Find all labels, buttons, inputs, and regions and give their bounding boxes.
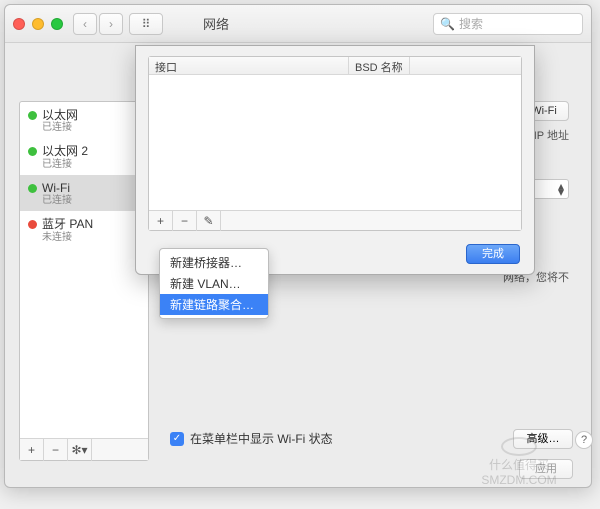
manage-interfaces-sheet: 接口 BSD 名称 + − ✎ 新建桥接器… 新建 VLAN… 新建链路聚合… … [135, 45, 535, 275]
checkbox-checked-icon[interactable]: ✓ [170, 432, 184, 446]
sidebar-item-wifi[interactable]: Wi-Fi 已连接 [20, 175, 148, 211]
search-placeholder: 搜索 [459, 15, 483, 32]
advanced-button[interactable]: 高级… [513, 429, 573, 449]
titlebar: ‹ › ⠿ 网络 🔍 搜索 [5, 5, 591, 43]
network-sidebar: 以太网 已连接 以太网 2 已连接 Wi-Fi 已连接 蓝牙 PAN 未连接 +… [19, 101, 149, 461]
stepper-arrows-icon: ▴▾ [558, 183, 564, 195]
forward-button[interactable]: › [99, 13, 123, 35]
add-button[interactable]: + [149, 211, 173, 231]
window-title: 网络 [203, 14, 229, 33]
search-icon: 🔍 [440, 17, 455, 31]
sidebar-footer: + − ✻▾ [20, 438, 148, 460]
sidebar-item-ethernet[interactable]: 以太网 已连接 [20, 102, 148, 138]
menu-item-vlan[interactable]: 新建 VLAN… [160, 273, 268, 294]
interface-name: Wi-Fi [42, 181, 140, 195]
add-dropdown-menu: 新建桥接器… 新建 VLAN… 新建链路聚合… [159, 248, 269, 319]
col-interface[interactable]: 接口 [149, 57, 349, 74]
menubar-checkbox-row[interactable]: ✓ 在菜单栏中显示 Wi-Fi 状态 [170, 430, 333, 447]
sheet-list-footer: + − ✎ [149, 210, 521, 230]
interface-status: 已连接 [42, 195, 140, 207]
add-interface-button[interactable]: + [20, 439, 44, 461]
minimize-icon[interactable] [32, 18, 44, 30]
menu-item-bridge[interactable]: 新建桥接器… [160, 252, 268, 273]
show-all-button[interactable]: ⠿ [129, 13, 163, 35]
interface-name: 以太网 2 [42, 144, 140, 158]
status-dot-icon [28, 220, 37, 229]
close-icon[interactable] [13, 18, 25, 30]
checkbox-label: 在菜单栏中显示 Wi-Fi 状态 [190, 430, 333, 447]
nav-buttons: ‹ › [73, 13, 123, 35]
back-button[interactable]: ‹ [73, 13, 97, 35]
preferences-window: ‹ › ⠿ 网络 🔍 搜索 以太网 已连接 以太网 2 已连接 Wi-Fi [4, 4, 592, 488]
zoom-icon[interactable] [51, 18, 63, 30]
search-input[interactable]: 🔍 搜索 [433, 13, 583, 35]
interface-status: 已连接 [42, 122, 140, 134]
sidebar-item-ethernet2[interactable]: 以太网 2 已连接 [20, 138, 148, 174]
interface-status: 未连接 [42, 232, 140, 244]
remove-button[interactable]: − [173, 211, 197, 231]
menu-item-link-aggregate[interactable]: 新建链路聚合… [160, 294, 268, 315]
interface-name: 以太网 [42, 108, 140, 122]
interface-status: 已连接 [42, 159, 140, 171]
status-dot-icon [28, 184, 37, 193]
table-header: 接口 BSD 名称 [149, 57, 521, 75]
gear-icon[interactable]: ✻▾ [68, 439, 92, 461]
interface-name: 蓝牙 PAN [42, 217, 140, 231]
help-button[interactable]: ? [575, 431, 593, 449]
status-dot-icon [28, 111, 37, 120]
col-bsd-name[interactable]: BSD 名称 [349, 57, 410, 74]
remove-interface-button[interactable]: − [44, 439, 68, 461]
edit-icon[interactable]: ✎ [197, 211, 221, 231]
apply-button[interactable]: 应用 [519, 459, 573, 479]
interfaces-table: 接口 BSD 名称 + − ✎ [148, 56, 522, 231]
sidebar-item-bluetooth-pan[interactable]: 蓝牙 PAN 未连接 [20, 211, 148, 247]
traffic-lights [13, 18, 63, 30]
status-dot-icon [28, 147, 37, 156]
done-button[interactable]: 完成 [466, 244, 520, 264]
